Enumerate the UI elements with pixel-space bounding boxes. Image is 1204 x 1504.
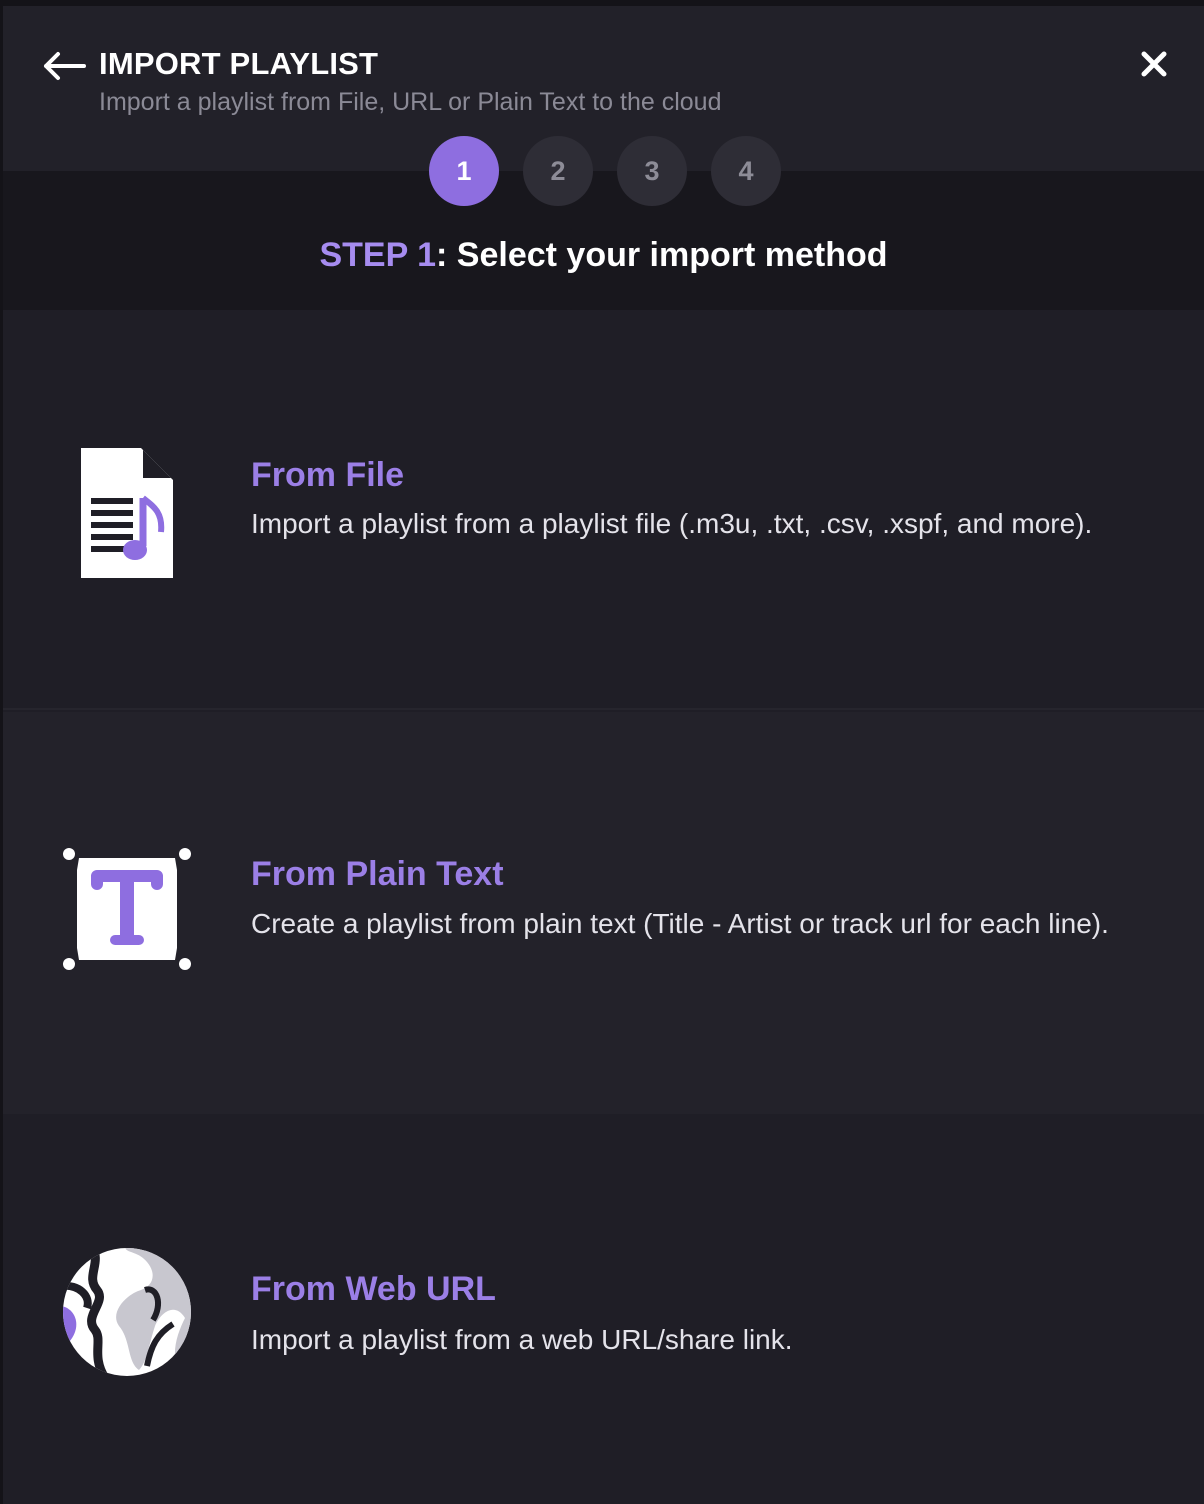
- option-title: From Web URL: [251, 1270, 496, 1308]
- option-title: From Plain Text: [251, 855, 504, 893]
- step-2-indicator[interactable]: 2: [523, 136, 593, 206]
- text-frame-icon: [59, 844, 195, 974]
- step-label: STEP 1: [319, 236, 437, 274]
- option-description: Create a playlist from plain text (Title…: [251, 908, 1109, 939]
- arrow-left-icon: [44, 52, 86, 80]
- step-1-indicator[interactable]: 1: [429, 136, 499, 206]
- step-3-indicator[interactable]: 3: [617, 136, 687, 206]
- option-from-web-url[interactable]: From Web URL Import a playlist from a we…: [3, 1114, 1204, 1504]
- step-heading: STEP 1: Select your import method: [3, 236, 1204, 275]
- close-button[interactable]: [1132, 42, 1176, 86]
- globe-icon: [61, 1246, 193, 1378]
- option-description: Import a playlist from a playlist file (…: [251, 508, 1093, 539]
- step-heading-text: : Select your import method: [436, 236, 888, 274]
- stepper: 1 2 3 4: [429, 136, 781, 206]
- option-title: From File: [251, 456, 405, 494]
- option-description: Import a playlist from a web URL/share l…: [251, 1324, 793, 1355]
- import-playlist-dialog: IMPORT PLAYLIST Import a playlist from F…: [0, 0, 1204, 1504]
- dialog-title: IMPORT PLAYLIST: [99, 46, 379, 81]
- dialog-subtitle: Import a playlist from File, URL or Plai…: [99, 88, 722, 116]
- music-file-icon: [79, 446, 175, 580]
- close-icon: [1141, 51, 1167, 77]
- step-4-indicator[interactable]: 4: [711, 136, 781, 206]
- option-from-file[interactable]: From File Import a playlist from a playl…: [3, 310, 1204, 710]
- back-button[interactable]: [39, 46, 89, 86]
- option-from-plain-text[interactable]: From Plain Text Create a playlist from p…: [3, 712, 1204, 1114]
